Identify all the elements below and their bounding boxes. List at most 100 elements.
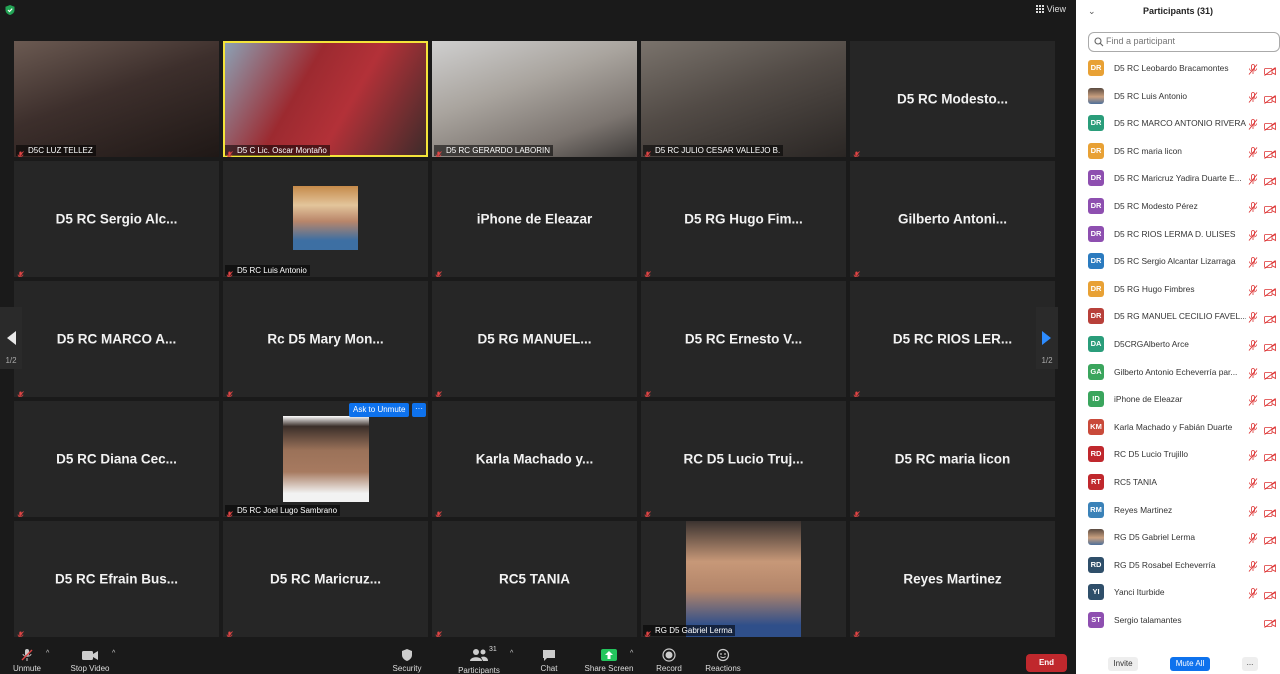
security-button[interactable]: Security (390, 648, 424, 673)
participant-row[interactable]: DR D5 RG MANUEL CECILIO FAVEL... (1076, 305, 1280, 333)
record-button[interactable]: Record (654, 648, 684, 673)
participant-row[interactable]: RT RC5 TANIA (1076, 471, 1280, 499)
video-off-icon[interactable] (1264, 560, 1276, 578)
video-tile[interactable]: D5 RC Diana Cec... (14, 401, 219, 517)
video-off-icon[interactable] (1264, 615, 1276, 633)
participants-button[interactable]: 31 Participants ^ (456, 646, 513, 674)
video-tile[interactable]: D5 RC Ernesto V... (641, 281, 846, 397)
video-tile[interactable]: D5 RC Luis Antonio (223, 161, 428, 277)
chevron-up-icon[interactable]: ^ (510, 650, 513, 657)
mute-all-button[interactable]: Mute All (1170, 657, 1210, 671)
mic-muted-icon[interactable] (1248, 504, 1258, 522)
video-off-icon[interactable] (1264, 201, 1276, 219)
participant-row[interactable]: DR D5 RC Maricruz Yadira Duarte E... (1076, 167, 1280, 195)
participant-search[interactable] (1088, 32, 1280, 52)
video-tile[interactable]: iPhone de Eleazar (432, 161, 637, 277)
participant-row[interactable]: YI Yanci Iturbide (1076, 581, 1280, 609)
video-tile[interactable]: D5 RC Modesto... (850, 41, 1055, 157)
video-tile[interactable]: Gilberto Antoni... (850, 161, 1055, 277)
chat-button[interactable]: Chat (538, 648, 560, 673)
video-off-icon[interactable] (1264, 311, 1276, 329)
mic-muted-icon[interactable] (1248, 90, 1258, 108)
share-screen-button[interactable]: Share Screen ^ (584, 648, 634, 673)
video-off-icon[interactable] (1264, 449, 1276, 467)
video-tile[interactable]: D5 C Lic. Oscar Montaño (223, 41, 428, 157)
participant-row[interactable]: KM Karla Machado y Fabián Duarte (1076, 416, 1280, 444)
participant-row[interactable]: ID iPhone de Eleazar (1076, 388, 1280, 416)
participant-row[interactable]: DR D5 RC Sergio Alcantar Lizarraga (1076, 250, 1280, 278)
video-tile[interactable]: D5 RC MARCO A... (14, 281, 219, 397)
more-button[interactable]: ... (1242, 657, 1258, 671)
video-off-icon[interactable] (1264, 505, 1276, 523)
mic-muted-icon[interactable] (1248, 310, 1258, 328)
mic-muted-icon[interactable] (1248, 200, 1258, 218)
shield-icon[interactable] (4, 4, 16, 16)
mic-muted-icon[interactable] (1248, 366, 1258, 384)
unmute-button[interactable]: Unmute ^ (12, 648, 49, 673)
video-off-icon[interactable] (1264, 91, 1276, 109)
mic-muted-icon[interactable] (1248, 228, 1258, 246)
previous-page-button[interactable]: 1/2 (0, 307, 22, 369)
participant-row[interactable]: RD RC D5 Lucio Trujillo (1076, 443, 1280, 471)
video-tile[interactable]: D5 RC maria licon (850, 401, 1055, 517)
mic-muted-icon[interactable] (1248, 476, 1258, 494)
video-tile[interactable]: Reyes Martinez (850, 521, 1055, 637)
mic-muted-icon[interactable] (1248, 559, 1258, 577)
mic-muted-icon[interactable] (1248, 145, 1258, 163)
mic-muted-icon[interactable] (1248, 586, 1258, 604)
video-off-icon[interactable] (1264, 229, 1276, 247)
video-off-icon[interactable] (1264, 63, 1276, 81)
video-tile[interactable]: D5 RC RIOS LER... (850, 281, 1055, 397)
mic-muted-icon[interactable] (1248, 62, 1258, 80)
video-off-icon[interactable] (1264, 146, 1276, 164)
mic-muted-icon[interactable] (1248, 338, 1258, 356)
video-tile[interactable]: D5 RC Sergio Alc... (14, 161, 219, 277)
video-off-icon[interactable] (1264, 118, 1276, 136)
video-tile[interactable]: RC5 TANIA (432, 521, 637, 637)
chevron-up-icon[interactable]: ^ (46, 650, 49, 657)
chevron-up-icon[interactable]: ^ (630, 650, 633, 657)
mic-muted-icon[interactable] (1248, 448, 1258, 466)
video-tile[interactable]: RC D5 Lucio Truj... (641, 401, 846, 517)
mic-muted-icon[interactable] (1248, 421, 1258, 439)
end-meeting-button[interactable]: End (1026, 654, 1067, 672)
participant-row[interactable]: RG D5 Gabriel Lerma (1076, 526, 1280, 554)
video-tile[interactable]: Rc D5 Mary Mon... (223, 281, 428, 397)
mic-muted-icon[interactable] (1248, 117, 1258, 135)
participant-row[interactable]: RM Reyes Martinez (1076, 499, 1280, 527)
video-off-icon[interactable] (1264, 587, 1276, 605)
participant-row[interactable]: DR D5 RC Leobardo Bracamontes (1076, 57, 1280, 85)
video-off-icon[interactable] (1264, 422, 1276, 440)
video-tile[interactable]: D5 RC JULIO CESAR VALLEJO B. (641, 41, 846, 157)
video-tile[interactable]: Karla Machado y... (432, 401, 637, 517)
chevron-up-icon[interactable]: ^ (112, 650, 115, 657)
video-tile[interactable]: RG D5 Gabriel Lerma (641, 521, 846, 637)
mic-muted-icon[interactable] (1248, 255, 1258, 273)
participant-row[interactable]: DR D5 RC MARCO ANTONIO RIVERA (1076, 112, 1280, 140)
mic-muted-icon[interactable] (1248, 172, 1258, 190)
participant-row[interactable]: GA Gilberto Antonio Echeverría par... (1076, 361, 1280, 389)
ask-to-unmute-button[interactable]: Ask to Unmute (349, 403, 410, 417)
participant-row[interactable]: ST Sergio talamantes (1076, 609, 1280, 637)
participant-row[interactable]: RD RG D5 Rosabel Echeverría (1076, 554, 1280, 582)
mic-muted-icon[interactable] (1248, 393, 1258, 411)
participant-row[interactable]: DR D5 RC Modesto Pérez (1076, 195, 1280, 223)
view-button[interactable]: View (1035, 4, 1066, 14)
video-tile[interactable]: D5 RC Efrain Bus... (14, 521, 219, 637)
video-tile[interactable]: D5 RC Joel Lugo Sambrano (223, 401, 428, 517)
video-tile[interactable]: D5 RC GERARDO LABORIN (432, 41, 637, 157)
participant-row[interactable]: DR D5 RC maria licon (1076, 140, 1280, 168)
next-page-button[interactable]: 1/2 (1036, 307, 1058, 369)
video-tile[interactable]: D5 RG Hugo Fim... (641, 161, 846, 277)
video-tile[interactable]: D5C LUZ TELLEZ (14, 41, 219, 157)
mic-muted-icon[interactable] (1248, 531, 1258, 549)
video-off-icon[interactable] (1264, 284, 1276, 302)
video-tile[interactable]: D5 RG MANUEL... (432, 281, 637, 397)
video-off-icon[interactable] (1264, 532, 1276, 550)
video-off-icon[interactable] (1264, 394, 1276, 412)
reactions-button[interactable]: Reactions (704, 648, 742, 673)
mic-muted-icon[interactable] (1248, 283, 1258, 301)
participant-row[interactable]: DA D5CRGAlberto Arce (1076, 333, 1280, 361)
more-options-button[interactable]: ··· (412, 403, 426, 417)
search-input[interactable] (1106, 36, 1276, 46)
